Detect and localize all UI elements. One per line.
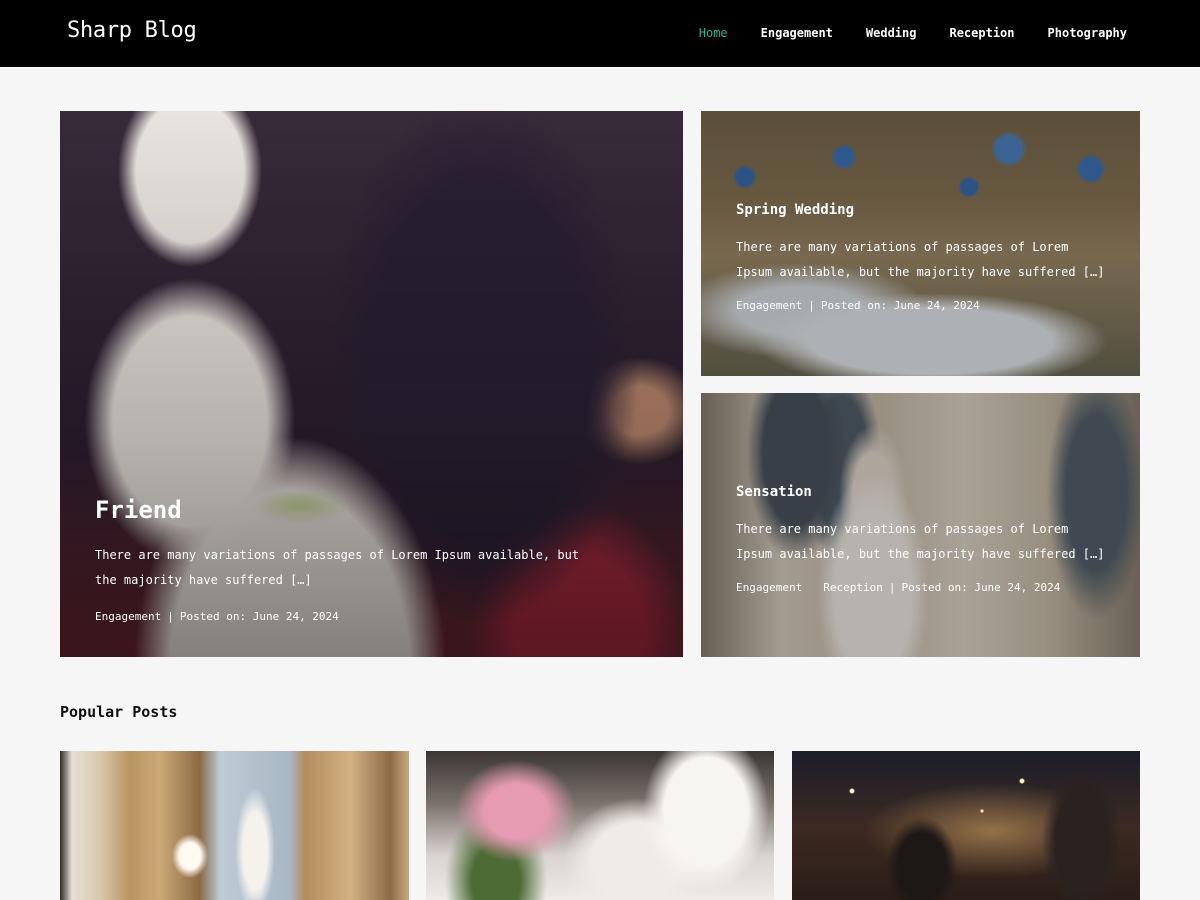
nav-item-wedding[interactable]: Wedding — [866, 26, 917, 40]
featured-post-text: Spring Wedding There are many variations… — [736, 202, 1106, 312]
post-date: Posted on: June 24, 2024 — [901, 581, 1061, 594]
post-date: Posted on: June 24, 2024 — [179, 610, 339, 623]
popular-post-thumbnail[interactable] — [426, 751, 774, 900]
post-excerpt: There are many variations of passages of… — [95, 548, 580, 587]
post-category-link[interactable]: Engagement — [736, 299, 802, 312]
site-logo[interactable]: Sharp Blog — [67, 18, 197, 43]
meta-separator: | — [888, 581, 896, 594]
nav-item-photography[interactable]: Photography — [1048, 26, 1127, 40]
nav-item-home[interactable]: Home — [699, 26, 728, 40]
featured-post-small[interactable]: Sensation There are many variations of p… — [701, 393, 1140, 657]
post-title[interactable]: Spring Wedding — [736, 202, 1106, 218]
post-meta: Engagement Reception | Posted on: June 24, … — [736, 581, 1106, 594]
popular-posts-heading: Popular Posts — [60, 703, 178, 721]
post-excerpt: There are many variations of passages of… — [736, 240, 1105, 279]
featured-post-text: Sensation There are many variations of p… — [736, 484, 1106, 594]
post-excerpt: There are many variations of passages of… — [736, 522, 1105, 561]
post-category-link[interactable]: Engagement — [95, 610, 161, 623]
featured-post-text: Friend There are many variations of pass… — [95, 496, 595, 623]
popular-post-thumbnail[interactable] — [60, 751, 409, 900]
meta-separator: | — [808, 299, 815, 312]
meta-separator: | — [167, 610, 174, 623]
main-nav: Home Engagement Wedding Reception Photog… — [666, 26, 1127, 40]
popular-post-thumbnail[interactable] — [792, 751, 1140, 900]
post-meta: Engagement | Posted on: June 24, 2024 — [736, 299, 1106, 312]
featured-post-large[interactable]: Friend There are many variations of pass… — [60, 111, 683, 657]
nav-item-engagement[interactable]: Engagement — [761, 26, 833, 40]
featured-post-small[interactable]: Spring Wedding There are many variations… — [701, 111, 1140, 376]
site-header: Sharp Blog Home Engagement Wedding Recep… — [0, 0, 1200, 67]
post-date: Posted on: June 24, 2024 — [820, 299, 980, 312]
post-category-link[interactable]: Reception — [823, 581, 883, 594]
nav-item-reception[interactable]: Reception — [949, 26, 1014, 40]
post-meta: Engagement | Posted on: June 24, 2024 — [95, 610, 595, 623]
post-category-link[interactable]: Engagement — [736, 581, 802, 594]
post-title[interactable]: Friend — [95, 496, 595, 524]
post-title[interactable]: Sensation — [736, 484, 1106, 500]
